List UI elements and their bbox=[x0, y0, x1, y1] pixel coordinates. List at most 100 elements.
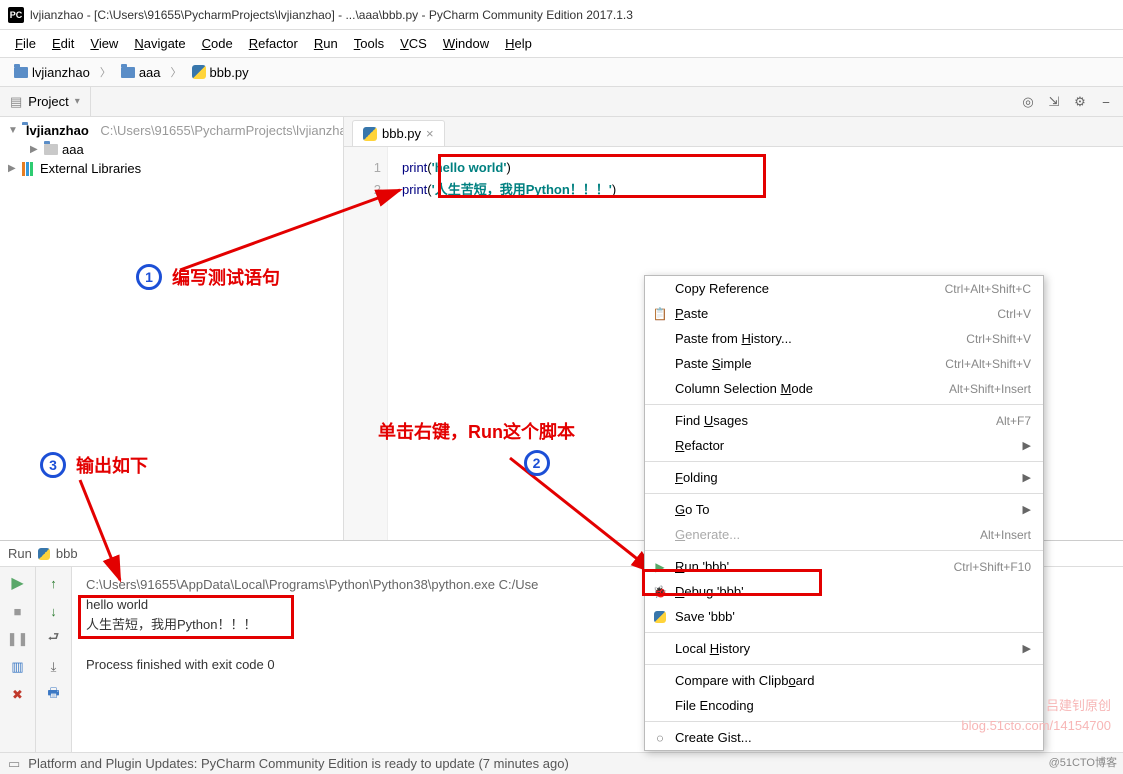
gear-icon[interactable]: ⚙ bbox=[1069, 91, 1091, 113]
title-bar: PC lvjianzhao - [C:\Users\91655\PycharmP… bbox=[0, 0, 1123, 30]
menu-separator bbox=[645, 550, 1043, 551]
menu-window[interactable]: Window bbox=[436, 33, 496, 54]
tree-root[interactable]: ▼ lvjianzhao C:\Users\91655\PycharmProje… bbox=[0, 121, 343, 140]
menu-item-label: Compare with Clipboard bbox=[675, 673, 1031, 688]
breadcrumb-label: bbb.py bbox=[210, 65, 249, 80]
breadcrumb-segment[interactable]: aaa bbox=[115, 63, 167, 82]
wrap-button[interactable]: ⮐ bbox=[44, 629, 64, 649]
chevron-right-icon[interactable]: ▶ bbox=[30, 144, 40, 155]
menu-item-label: Paste bbox=[675, 306, 997, 321]
status-bar: ▭ Platform and Plugin Updates: PyCharm C… bbox=[0, 752, 1123, 774]
menu-item-label: Go To bbox=[675, 502, 1023, 517]
menu-navigate[interactable]: Navigate bbox=[127, 33, 192, 54]
hide-icon[interactable]: ⎯ bbox=[1095, 91, 1117, 113]
menu-separator bbox=[645, 493, 1043, 494]
context-menu-item[interactable]: Compare with Clipboard bbox=[645, 668, 1043, 693]
menu-separator bbox=[645, 461, 1043, 462]
context-menu-item[interactable]: Local History▶ bbox=[645, 636, 1043, 661]
menu-refactor[interactable]: Refactor bbox=[242, 33, 305, 54]
chevron-right-icon: ▶ bbox=[1023, 642, 1031, 655]
python-file-icon bbox=[38, 548, 50, 560]
breadcrumb-segment[interactable]: lvjianzhao bbox=[8, 63, 96, 82]
status-icon: ▭ bbox=[8, 756, 20, 772]
menu-item-label: Paste from History... bbox=[675, 331, 966, 346]
github-icon: ◌ bbox=[652, 730, 668, 746]
up-button[interactable]: ↑ bbox=[44, 573, 64, 593]
stop-button[interactable]: ■ bbox=[8, 601, 28, 621]
run-title: Run bbox=[8, 546, 32, 561]
close-button[interactable]: ✖ bbox=[8, 685, 28, 705]
editor-tabs: bbb.py × bbox=[344, 117, 1123, 147]
run-config-name: bbb bbox=[56, 546, 78, 561]
menu-vcs[interactable]: VCS bbox=[393, 33, 434, 54]
context-menu-item[interactable]: Go To▶ bbox=[645, 497, 1043, 522]
breadcrumb-label: lvjianzhao bbox=[32, 65, 90, 80]
chevron-right-icon[interactable]: ▶ bbox=[8, 163, 18, 174]
breadcrumb-segment[interactable]: bbb.py bbox=[186, 63, 255, 82]
window-title: lvjianzhao - [C:\Users\91655\PycharmProj… bbox=[30, 8, 633, 22]
target-icon[interactable]: ◎ bbox=[1017, 91, 1039, 113]
app-icon: PC bbox=[8, 7, 24, 23]
toolbar-row: ▤ Project ▾ ◎ ⇲ ⚙ ⎯ bbox=[0, 87, 1123, 117]
context-menu-item[interactable]: 🐞Debug 'bbb' bbox=[645, 579, 1043, 604]
chevron-down-icon[interactable]: ▼ bbox=[8, 125, 18, 136]
project-panel-title: Project bbox=[28, 94, 68, 109]
menu-tools[interactable]: Tools bbox=[347, 33, 391, 54]
context-menu-item[interactable]: Folding▶ bbox=[645, 465, 1043, 490]
python-file-icon bbox=[192, 65, 206, 79]
layout-button[interactable]: ▥ bbox=[8, 657, 28, 677]
library-icon bbox=[22, 162, 36, 176]
folder-icon bbox=[44, 144, 58, 155]
watermark: 吕建钊原创 blog.51cto.com/14154700 bbox=[961, 696, 1111, 736]
menu-run[interactable]: Run bbox=[307, 33, 345, 54]
context-menu-item[interactable]: Copy ReferenceCtrl+Alt+Shift+C bbox=[645, 276, 1043, 301]
layout-icon: ▤ bbox=[10, 94, 22, 110]
project-panel-selector[interactable]: ▤ Project ▾ bbox=[0, 87, 91, 116]
menu-item-label: Column Selection Mode bbox=[675, 381, 949, 396]
print-button[interactable]: 🖶 bbox=[44, 685, 64, 705]
context-menu-item[interactable]: Save 'bbb' bbox=[645, 604, 1043, 629]
context-menu-item[interactable]: Paste from History...Ctrl+Shift+V bbox=[645, 326, 1043, 351]
code-token: print bbox=[402, 160, 427, 175]
context-menu-item[interactable]: Refactor▶ bbox=[645, 433, 1043, 458]
menu-help[interactable]: Help bbox=[498, 33, 539, 54]
menu-separator bbox=[645, 404, 1043, 405]
menu-view[interactable]: View bbox=[83, 33, 125, 54]
editor-tab[interactable]: bbb.py × bbox=[352, 120, 445, 146]
close-icon[interactable]: × bbox=[426, 126, 434, 141]
chevron-right-icon: 〉 bbox=[100, 64, 111, 80]
scroll-button[interactable]: ⤓ bbox=[44, 657, 64, 677]
chevron-down-icon: ▾ bbox=[75, 96, 80, 107]
menu-code[interactable]: Code bbox=[195, 33, 240, 54]
paste-icon: 📋 bbox=[652, 306, 668, 322]
pause-button[interactable]: ❚❚ bbox=[8, 629, 28, 649]
menu-file[interactable]: File bbox=[8, 33, 43, 54]
menu-item-label: Find Usages bbox=[675, 413, 996, 428]
menu-shortcut: Ctrl+V bbox=[997, 307, 1031, 321]
menu-shortcut: Ctrl+Alt+Shift+C bbox=[945, 282, 1031, 296]
menu-item-label: Copy Reference bbox=[675, 281, 945, 296]
bug-icon: 🐞 bbox=[652, 584, 668, 600]
collapse-icon[interactable]: ⇲ bbox=[1043, 91, 1065, 113]
context-menu-item[interactable]: Find UsagesAlt+F7 bbox=[645, 408, 1043, 433]
python-file-icon bbox=[652, 609, 668, 625]
menu-separator bbox=[645, 632, 1043, 633]
menu-item-label: Generate... bbox=[675, 527, 980, 542]
menu-shortcut: Alt+Shift+Insert bbox=[949, 382, 1031, 396]
python-file-icon bbox=[363, 127, 377, 141]
rerun-button[interactable]: ▶ bbox=[8, 573, 28, 593]
menu-item-label: Run 'bbb' bbox=[675, 559, 954, 574]
menu-edit[interactable]: Edit bbox=[45, 33, 81, 54]
context-menu-item[interactable]: 📋 PasteCtrl+V bbox=[645, 301, 1043, 326]
menu-shortcut: Ctrl+Shift+V bbox=[966, 332, 1031, 346]
tree-item[interactable]: ▶ aaa bbox=[0, 140, 343, 159]
code-string: 'hello world' bbox=[432, 160, 507, 175]
down-button[interactable]: ↓ bbox=[44, 601, 64, 621]
line-number: 2 bbox=[350, 179, 381, 201]
context-menu-item[interactable]: Column Selection ModeAlt+Shift+Insert bbox=[645, 376, 1043, 401]
tree-external-libs[interactable]: ▶ External Libraries bbox=[0, 159, 343, 178]
context-menu-item[interactable]: Paste SimpleCtrl+Alt+Shift+V bbox=[645, 351, 1043, 376]
run-toolbar: ▶ ■ ❚❚ ▥ ✖ bbox=[0, 567, 36, 774]
menu-item-label: Local History bbox=[675, 641, 1023, 656]
context-menu-item[interactable]: ▶Run 'bbb'Ctrl+Shift+F10 bbox=[645, 554, 1043, 579]
